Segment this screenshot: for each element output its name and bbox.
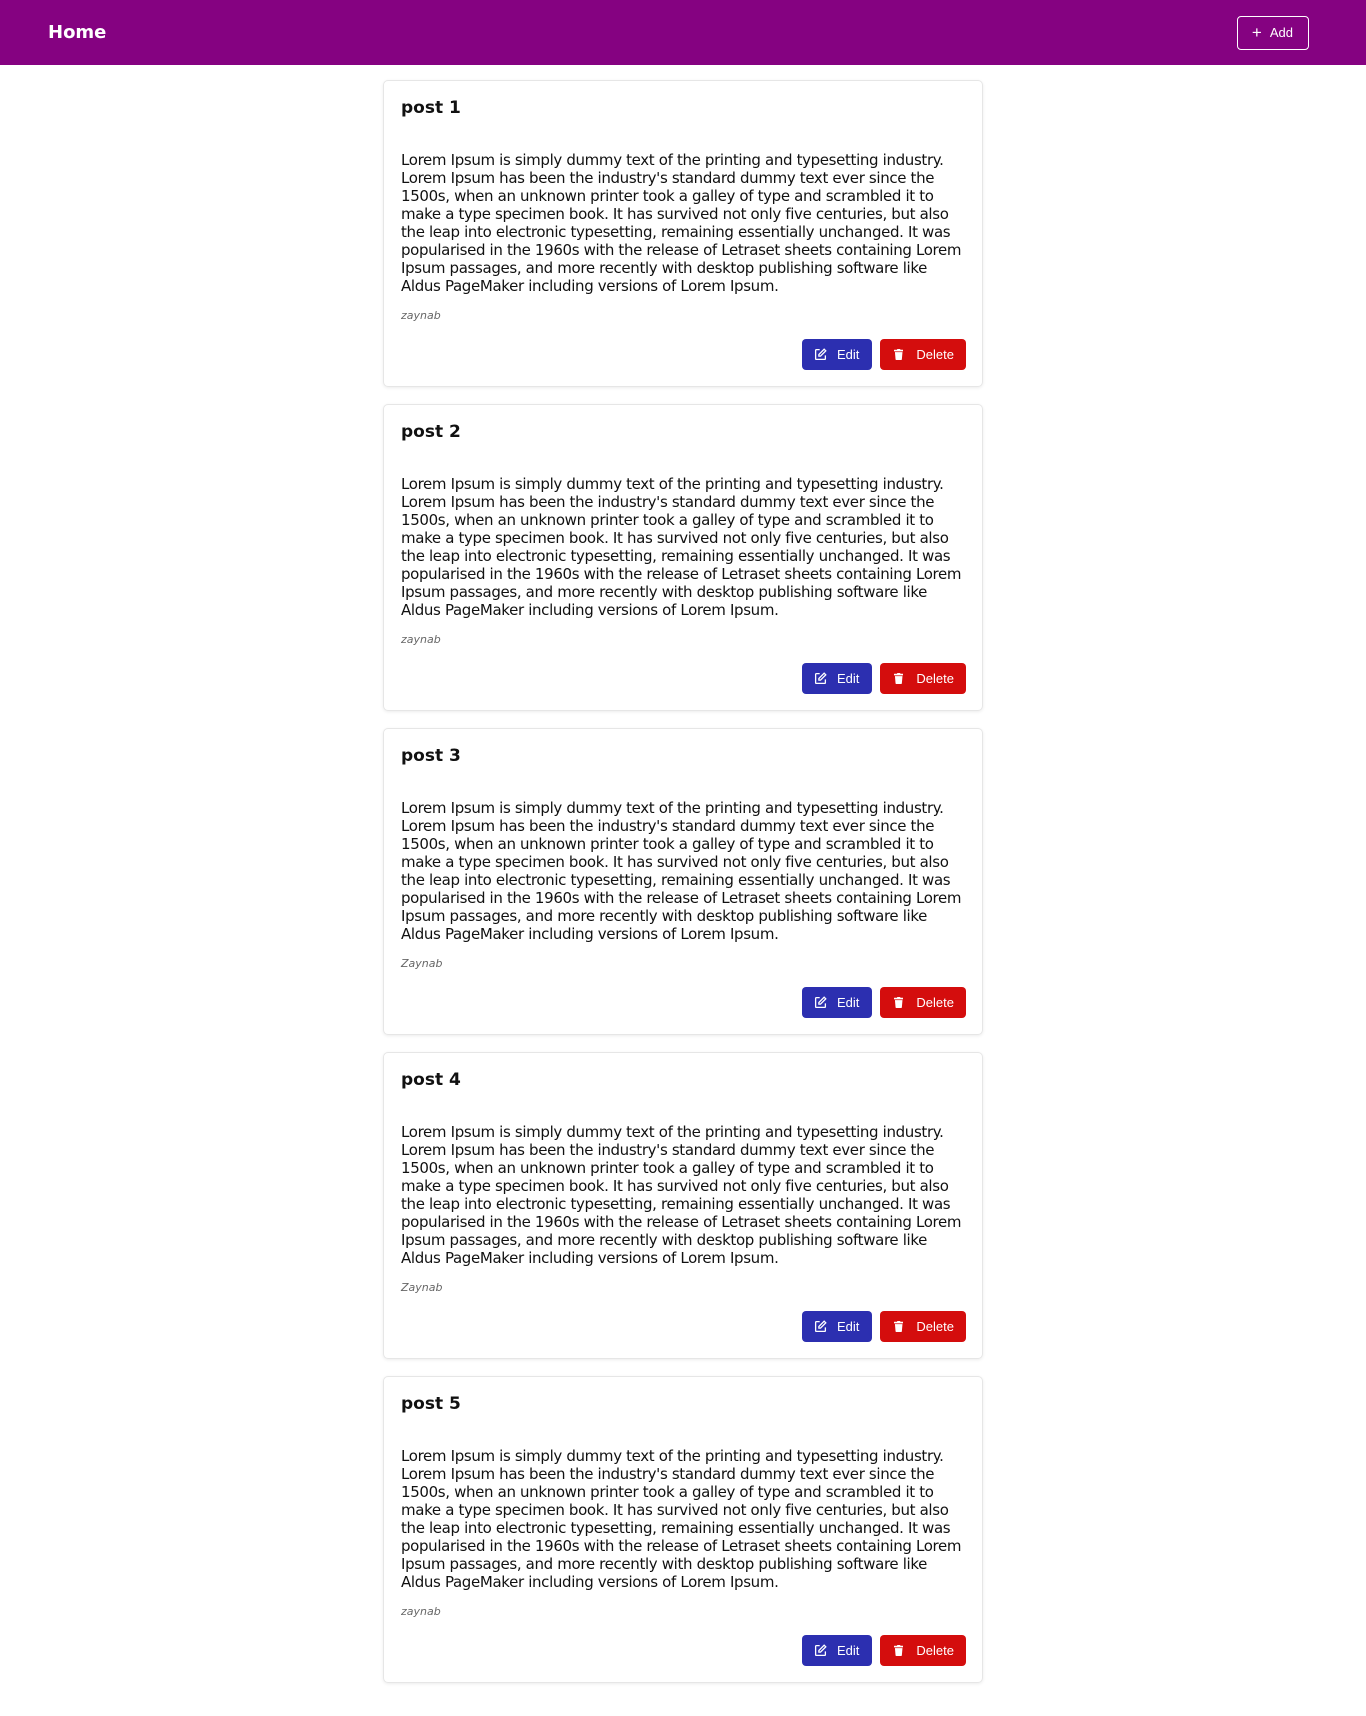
post-actions: Edit Delete	[802, 1311, 966, 1342]
edit-button-label: Edit	[837, 671, 860, 686]
edit-button[interactable]: Edit	[802, 1311, 872, 1342]
delete-button[interactable]: Delete	[880, 339, 966, 370]
edit-button[interactable]: Edit	[802, 987, 872, 1018]
post-body: Lorem Ipsum is simply dummy text of the …	[401, 799, 962, 943]
edit-button[interactable]: Edit	[802, 339, 872, 370]
trash-icon	[894, 673, 904, 684]
post-author: Zaynab	[401, 957, 443, 970]
post-actions: Edit Delete	[802, 339, 966, 370]
delete-button-label: Delete	[916, 347, 954, 362]
delete-button-label: Delete	[916, 1643, 954, 1658]
post-body: Lorem Ipsum is simply dummy text of the …	[401, 151, 962, 295]
add-button-label: Add	[1269, 25, 1293, 40]
edit-button-label: Edit	[837, 1643, 860, 1658]
post-body: Lorem Ipsum is simply dummy text of the …	[401, 1447, 962, 1591]
edit-button-label: Edit	[837, 347, 860, 362]
delete-button-label: Delete	[916, 1319, 954, 1334]
delete-button-label: Delete	[916, 671, 954, 686]
post-card: post 2 Lorem Ipsum is simply dummy text …	[383, 404, 983, 711]
post-actions: Edit Delete	[802, 663, 966, 694]
post-card: post 3 Lorem Ipsum is simply dummy text …	[383, 728, 983, 1035]
post-title: post 2	[401, 422, 461, 442]
home-link[interactable]: Home	[48, 22, 106, 43]
post-card: post 5 Lorem Ipsum is simply dummy text …	[383, 1376, 983, 1683]
post-title: post 1	[401, 98, 461, 118]
edit-icon	[814, 1320, 827, 1333]
edit-button-label: Edit	[837, 995, 860, 1010]
post-card: post 4 Lorem Ipsum is simply dummy text …	[383, 1052, 983, 1359]
trash-icon	[894, 349, 904, 360]
post-card: post 1 Lorem Ipsum is simply dummy text …	[383, 80, 983, 387]
trash-icon	[894, 1321, 904, 1332]
delete-button[interactable]: Delete	[880, 987, 966, 1018]
post-author: Zaynab	[401, 1281, 443, 1294]
top-navbar: Home + Add	[0, 0, 1366, 65]
post-author: zaynab	[401, 309, 441, 322]
post-list: post 1 Lorem Ipsum is simply dummy text …	[383, 80, 983, 1683]
edit-button-label: Edit	[837, 1319, 860, 1334]
delete-button[interactable]: Delete	[880, 663, 966, 694]
post-actions: Edit Delete	[802, 1635, 966, 1666]
post-author: zaynab	[401, 633, 441, 646]
delete-button-label: Delete	[916, 995, 954, 1010]
edit-button[interactable]: Edit	[802, 1635, 872, 1666]
delete-button[interactable]: Delete	[880, 1311, 966, 1342]
post-author: zaynab	[401, 1605, 441, 1618]
trash-icon	[894, 997, 904, 1008]
delete-button[interactable]: Delete	[880, 1635, 966, 1666]
post-title: post 4	[401, 1070, 461, 1090]
post-title: post 5	[401, 1394, 461, 1414]
post-title: post 3	[401, 746, 461, 766]
edit-icon	[814, 1644, 827, 1657]
post-actions: Edit Delete	[802, 987, 966, 1018]
post-body: Lorem Ipsum is simply dummy text of the …	[401, 475, 962, 619]
edit-icon	[814, 348, 827, 361]
plus-icon: +	[1251, 23, 1262, 42]
edit-icon	[814, 996, 827, 1009]
edit-button[interactable]: Edit	[802, 663, 872, 694]
trash-icon	[894, 1645, 904, 1656]
post-body: Lorem Ipsum is simply dummy text of the …	[401, 1123, 962, 1267]
edit-icon	[814, 672, 827, 685]
add-button[interactable]: + Add	[1236, 15, 1309, 50]
